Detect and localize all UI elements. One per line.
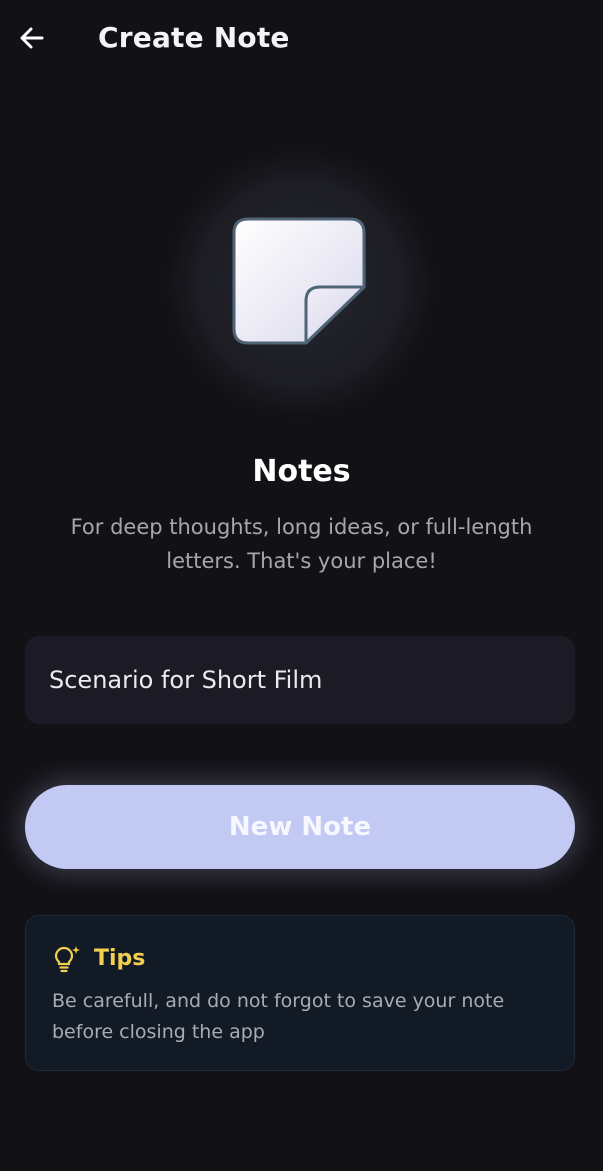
tips-text: Be carefull, and do not forgot to save y… <box>52 990 505 1043</box>
app-bar: Create Note <box>0 0 603 80</box>
arrow-left-icon <box>20 27 44 49</box>
tips-card: Tips Be carefull, and do not forgot to s… <box>25 915 575 1071</box>
new-note-button[interactable]: New Note <box>25 785 575 869</box>
page-title: Create Note <box>98 21 290 54</box>
back-button[interactable] <box>14 20 50 56</box>
section-description: For deep thoughts, long ideas, or full-l… <box>70 515 533 573</box>
lightbulb-icon <box>54 946 80 973</box>
tips-title: Tips <box>94 946 146 971</box>
section-title: Notes <box>252 454 351 489</box>
note-icon <box>232 217 366 345</box>
note-title-input[interactable] <box>25 636 575 724</box>
